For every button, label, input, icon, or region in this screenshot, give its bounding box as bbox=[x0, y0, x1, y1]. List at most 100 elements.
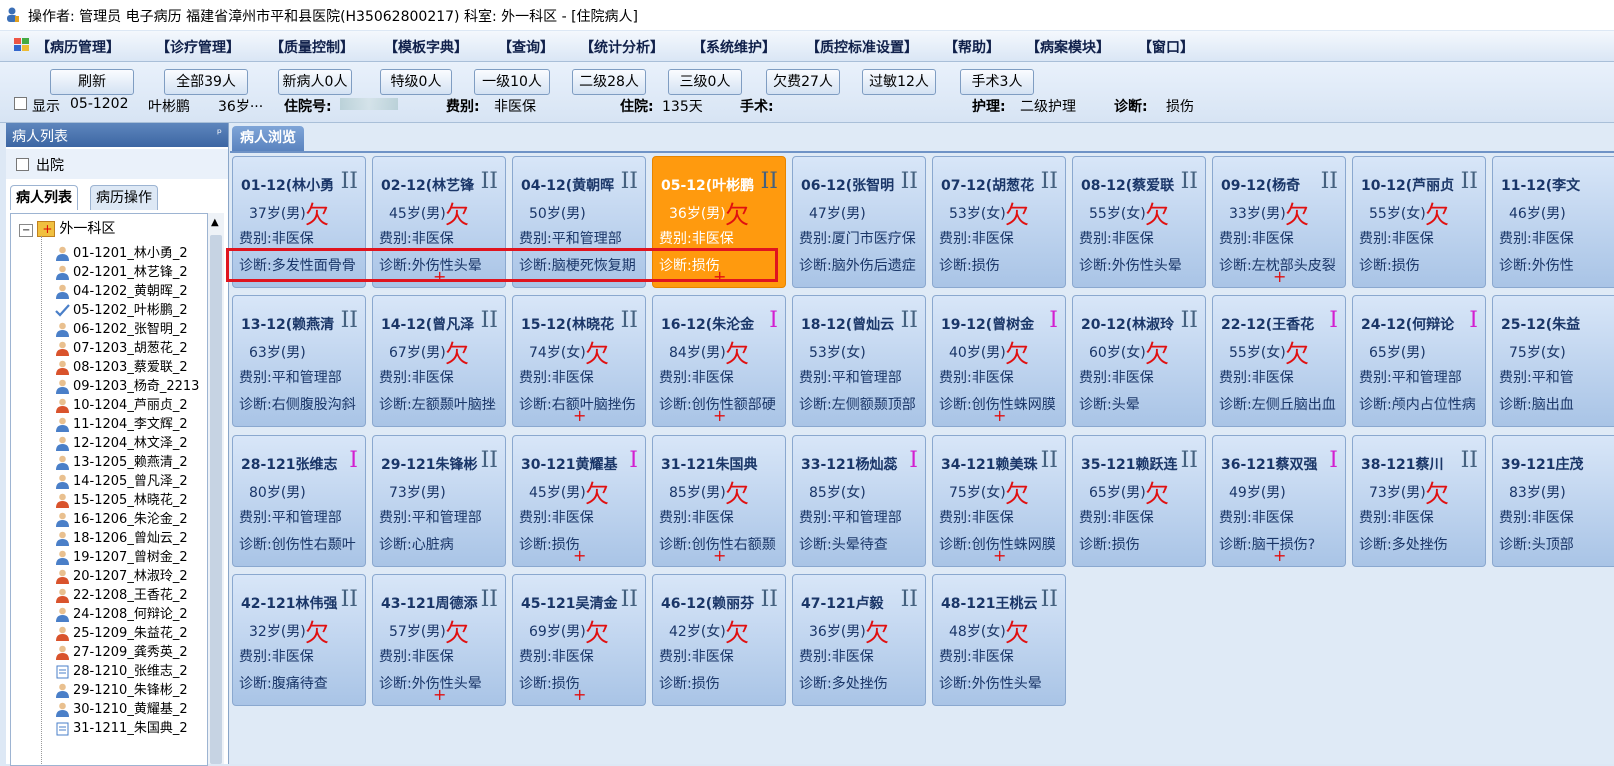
patient-card[interactable]: 28-121张维志 I 80岁(男) 费别:平和管理部 诊断:创伤性右颞叶 bbox=[232, 435, 366, 567]
filter-level3-button[interactable]: 三级0人 bbox=[668, 69, 742, 95]
patient-tree-item[interactable]: 10-1204_芦丽贞_2 bbox=[55, 394, 188, 413]
patient-card[interactable]: 20-12(林淑玲 II 60岁(女) 欠费别:非医保 诊断:头晕 bbox=[1072, 295, 1206, 427]
filter-allergy-button[interactable]: 过敏12人 bbox=[862, 69, 936, 95]
patient-card-fee: 费别:非医保 bbox=[1499, 510, 1574, 526]
patient-tree-item[interactable]: 30-1210_黄耀基_2 bbox=[55, 698, 188, 717]
arrears-badge: 欠 bbox=[1145, 201, 1169, 229]
patient-card[interactable]: 47-121卢毅 II 36岁(男) 欠费别:非医保 诊断:多处挫伤 bbox=[792, 574, 926, 706]
patient-card[interactable]: 46-12(赖丽芬 II 42岁(女) 欠费别:非医保 诊断:损伤 bbox=[652, 574, 786, 706]
patient-tree-item[interactable]: 05-1202_叶彬鹏_2 bbox=[55, 299, 188, 318]
patient-card[interactable]: 43-121周德添 II 57岁(男) 欠费别:非医保 诊断:外伤性头晕 + bbox=[372, 574, 506, 706]
patient-tree-item[interactable]: 27-1209_龚秀英_2 bbox=[55, 641, 188, 660]
pin-icon[interactable]: ᵖ bbox=[217, 126, 222, 140]
patient-card-age: 45岁(男) bbox=[389, 206, 446, 222]
patient-card[interactable]: 33-121杨灿蕊 I 85岁(女) 费别:平和管理部 诊断:头晕待查 bbox=[792, 435, 926, 567]
patient-card[interactable]: 29-121朱锋彬 II 73岁(男) 费别:平和管理部 诊断:心脏病 bbox=[372, 435, 506, 567]
patient-tree-item[interactable]: 19-1207_曾树金_2 bbox=[55, 546, 188, 565]
menu-quality-control[interactable]: 【质量控制】 bbox=[270, 37, 354, 57]
patient-card[interactable]: 13-12(赖燕清 II 63岁(男) 费别:平和管理部 诊断:右侧腹股沟斜 bbox=[232, 295, 366, 427]
patient-card[interactable]: 25-12(朱益 75岁(女) 费别:平和管 诊断:脑出血 bbox=[1492, 295, 1614, 427]
filter-level1-button[interactable]: 一级10人 bbox=[474, 69, 550, 95]
patient-card[interactable]: 19-12(曾树金 I 40岁(男) 欠费别:非医保 诊断:创伤性蛛网膜 + bbox=[932, 295, 1066, 427]
patient-tree-item[interactable]: 20-1207_林淑玲_2 bbox=[55, 565, 188, 584]
refresh-button[interactable]: 刷新 bbox=[50, 69, 134, 95]
menu-case-module[interactable]: 【病案模块】 bbox=[1026, 37, 1110, 57]
filter-new-button[interactable]: 新病人0人 bbox=[278, 69, 352, 95]
menu-statistics[interactable]: 【统计分析】 bbox=[580, 37, 664, 57]
patient-tree-item[interactable]: 11-1204_李文辉_2 bbox=[55, 413, 188, 432]
scroll-thumb[interactable] bbox=[210, 235, 222, 764]
patient-card[interactable]: 18-12(曾灿云 II 53岁(女) 费别:平和管理部 诊断:左侧额颞顶部 bbox=[792, 295, 926, 427]
tree-root[interactable]: − + 外一科区 bbox=[19, 218, 115, 238]
patient-tree-label: 29-1210_朱锋彬_2 bbox=[73, 683, 188, 698]
patient-tree-item[interactable]: 07-1203_胡葱花_2 bbox=[55, 337, 188, 356]
filter-special-button[interactable]: 特级0人 bbox=[380, 69, 452, 95]
show-checkbox[interactable] bbox=[14, 97, 27, 110]
menu-query[interactable]: 【查询】 bbox=[498, 37, 554, 57]
menu-system[interactable]: 【系统维护】 bbox=[692, 37, 776, 57]
patient-tree-item[interactable]: 15-1205_林晓花_2 bbox=[55, 489, 188, 508]
patient-tree-item[interactable]: 25-1209_朱益花_2 bbox=[55, 622, 188, 641]
patient-card[interactable]: 16-12(朱沦金 I 84岁(男) 欠费别:非医保 诊断:创伤性额部硬 + bbox=[652, 295, 786, 427]
patient-card[interactable]: 22-12(王香花 I 55岁(女) 欠费别:非医保 诊断:左侧丘脑出血 bbox=[1212, 295, 1346, 427]
discharge-checkbox[interactable] bbox=[16, 158, 29, 171]
patient-card[interactable]: 15-12(林晓花 II 74岁(女) 欠费别:非医保 诊断:右额叶脑挫伤 + bbox=[512, 295, 646, 427]
collapse-icon[interactable]: − bbox=[19, 224, 34, 237]
menu-help[interactable]: 【帮助】 bbox=[944, 37, 1000, 57]
menu-medical-records[interactable]: 【病历管理】 bbox=[36, 37, 120, 57]
male-patient-icon bbox=[55, 512, 70, 527]
patient-tree-item[interactable]: 24-1208_何辩论_2 bbox=[55, 603, 188, 622]
patient-tree-item[interactable]: 13-1205_赖燕清_2 bbox=[55, 451, 188, 470]
menu-treatment[interactable]: 【诊疗管理】 bbox=[156, 37, 240, 57]
app-menu-icon[interactable] bbox=[14, 38, 30, 52]
patient-card[interactable]: 30-121黄耀基 I 45岁(男) 欠费别:非医保 诊断:损伤 + bbox=[512, 435, 646, 567]
male-patient-icon bbox=[55, 436, 70, 451]
menu-template-dict[interactable]: 【模板字典】 bbox=[384, 37, 468, 57]
menu-qc-standard[interactable]: 【质控标准设置】 bbox=[806, 37, 918, 57]
patient-card[interactable]: 36-121蔡双强 I 49岁(男) 费别:非医保 诊断:脑干损伤? + bbox=[1212, 435, 1346, 567]
patient-card[interactable]: 45-121吴清金 II 69岁(男) 欠费别:非医保 诊断:损伤 + bbox=[512, 574, 646, 706]
patient-card[interactable]: 24-12(何辩论 I 65岁(男) 费别:平和管理部 诊断:颅内占位性病 bbox=[1352, 295, 1486, 427]
filter-arrears-button[interactable]: 欠费27人 bbox=[766, 69, 840, 95]
patient-card[interactable]: 07-12(胡葱花 II 53岁(女) 欠费别:非医保 诊断:损伤 bbox=[932, 156, 1066, 288]
menu-window[interactable]: 【窗口】 bbox=[1138, 37, 1194, 57]
scroll-up-icon[interactable]: ▲ bbox=[211, 217, 219, 228]
patient-card[interactable]: 06-12(张智明 II 47岁(男) 费别:厦门市医疗保 诊断:脑外伤后遗症 bbox=[792, 156, 926, 288]
patient-card[interactable]: 38-121蔡川 II 73岁(男) 欠费别:非医保 诊断:多处挫伤 bbox=[1352, 435, 1486, 567]
patient-tree-item[interactable]: 29-1210_朱锋彬_2 bbox=[55, 679, 188, 698]
patient-card[interactable]: 08-12(蔡爱联 II 55岁(女) 欠费别:非医保 诊断:外伤性头晕 bbox=[1072, 156, 1206, 288]
male-patient-icon bbox=[55, 246, 70, 261]
patient-card[interactable]: 10-12(芦丽贞 II 55岁(女) 欠费别:非医保 诊断:损伤 bbox=[1352, 156, 1486, 288]
patient-card[interactable]: 39-121庄茂 83岁(男) 费别:非医保 诊断:头顶部 bbox=[1492, 435, 1614, 567]
patient-card[interactable]: 11-12(李文 46岁(男) 费别:非医保 诊断:外伤性 bbox=[1492, 156, 1614, 288]
tab-patient-list[interactable]: 病人列表 bbox=[10, 185, 78, 210]
tab-record-ops[interactable]: 病历操作 bbox=[90, 185, 158, 210]
patient-tree-item[interactable]: 02-1201_林艺锋_2 bbox=[55, 261, 188, 280]
patient-card[interactable]: 14-12(曾凡泽 II 67岁(男) 欠费别:非医保 诊断:左额颞叶脑挫 bbox=[372, 295, 506, 427]
patient-tree-item[interactable]: 28-1210_张维志_2 bbox=[55, 660, 188, 679]
patient-card[interactable]: 34-121赖美珠 II 75岁(女) 欠费别:非医保 诊断:创伤性蛛网膜 + bbox=[932, 435, 1066, 567]
filter-level2-button[interactable]: 二级28人 bbox=[572, 69, 646, 95]
patient-tree-item[interactable]: 16-1206_朱沦金_2 bbox=[55, 508, 188, 527]
patient-card[interactable]: 42-121林伟强 II 32岁(男) 欠费别:非医保 诊断:腹痛待查 bbox=[232, 574, 366, 706]
patient-tree-item[interactable]: 18-1206_曾灿云_2 bbox=[55, 527, 188, 546]
patient-tree-item[interactable]: 06-1202_张智明_2 bbox=[55, 318, 188, 337]
patient-tree-item[interactable]: 12-1204_林文泽_2 bbox=[55, 432, 188, 451]
patient-tree-item[interactable]: 09-1203_杨奇_2213 bbox=[55, 375, 199, 394]
patient-tree-item[interactable]: 14-1205_曾凡泽_2 bbox=[55, 470, 188, 489]
filter-surgery-button[interactable]: 手术3人 bbox=[960, 69, 1034, 95]
patient-tree-item[interactable]: 04-1202_黄朝晖_2 bbox=[55, 280, 188, 299]
patient-tree-item[interactable]: 08-1203_蔡爱联_2 bbox=[55, 356, 188, 375]
patient-card[interactable]: 09-12(杨奇 II 33岁(男) 欠费别:非医保 诊断:左枕部头皮裂 + bbox=[1212, 156, 1346, 288]
nursing-level-badge: I bbox=[769, 308, 778, 333]
patient-tree-item[interactable]: 31-1211_朱国典_2 bbox=[55, 717, 188, 736]
patient-tree-item[interactable]: 22-1208_王香花_2 bbox=[55, 584, 188, 603]
filter-all-button[interactable]: 全部39人 bbox=[164, 69, 248, 95]
patient-card[interactable]: 31-121朱国典 85岁(男) 欠费别:非医保 诊断:创伤性右额颞 + bbox=[652, 435, 786, 567]
patient-card[interactable]: 35-121赖跃连 II 65岁(男) 欠费别:非医保 诊断:损伤 bbox=[1072, 435, 1206, 567]
arrears-badge: 欠 bbox=[1005, 201, 1029, 229]
patient-list-scrollbar[interactable]: ▲ bbox=[208, 213, 224, 764]
tab-patient-browse[interactable]: 病人浏览 bbox=[232, 126, 304, 151]
patient-tree-item[interactable]: 01-1201_林小勇_2 bbox=[55, 242, 188, 261]
patient-card[interactable]: 48-121王桃云 II 48岁(女) 欠费别:非医保 诊断:外伤性头晕 bbox=[932, 574, 1066, 706]
